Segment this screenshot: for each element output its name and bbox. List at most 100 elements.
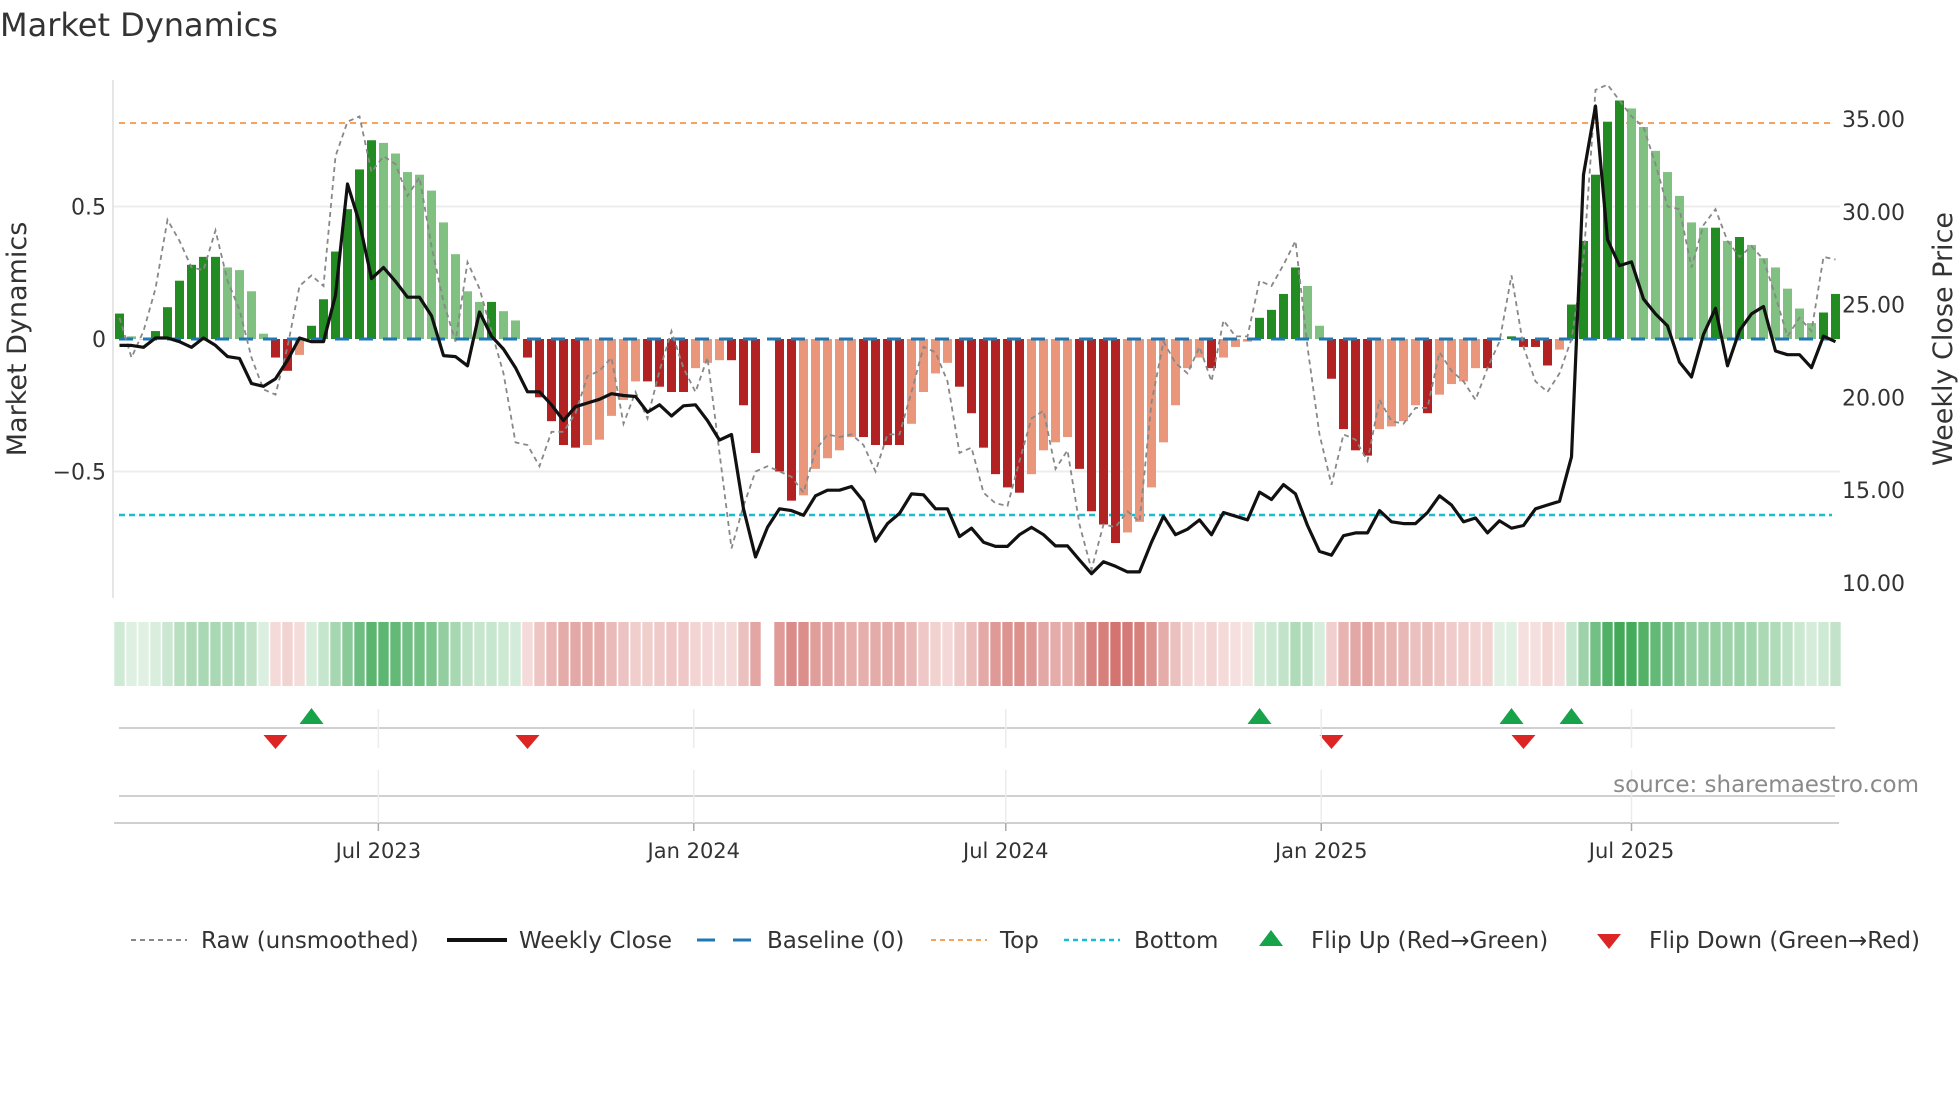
heatmap-cell [942, 622, 953, 686]
source-label: source: sharemaestro.com [1613, 772, 1919, 798]
momentum-bar [1687, 222, 1696, 339]
heatmap-cell [450, 622, 461, 686]
momentum-bar [1339, 339, 1348, 430]
heatmap-cell [1446, 622, 1457, 686]
momentum-bar [463, 291, 472, 339]
heatmap-cell [258, 622, 269, 686]
momentum-bar [1351, 339, 1360, 451]
heatmap-cell [498, 622, 509, 686]
momentum-bar [739, 339, 748, 406]
heatmap-cell [1710, 622, 1721, 686]
heatmap-cell [1782, 622, 1793, 686]
heatmap-cell [1794, 622, 1805, 686]
momentum-bar [187, 264, 196, 339]
momentum-bar [571, 339, 580, 448]
heatmap-cell [1326, 622, 1337, 686]
heatmap-cell [546, 622, 557, 686]
momentum-bar [1591, 174, 1600, 339]
heatmap-cell [1230, 622, 1241, 686]
legend-item-close: Weekly Close [447, 928, 672, 954]
heatmap-cell [1674, 622, 1685, 686]
heatmap-cell [474, 622, 485, 686]
heatmap-cell [930, 622, 941, 686]
momentum-bar [247, 291, 256, 339]
momentum-bar [1627, 108, 1636, 339]
x-tick-label: Jul 2023 [334, 839, 421, 863]
heatmap-cell [1554, 622, 1565, 686]
heatmap-cell [1806, 622, 1817, 686]
momentum-bar [1075, 339, 1084, 469]
heatmap-cell [1134, 622, 1145, 686]
series-lines [118, 83, 1837, 576]
momentum-bar [1003, 339, 1012, 488]
legend-label: Weekly Close [519, 928, 672, 954]
heatmap-cell [618, 622, 629, 686]
left-tick-label: 0 [92, 328, 106, 353]
heatmap-cell [1530, 622, 1541, 686]
heatmap-cell [1218, 622, 1229, 686]
heatmap-cell [210, 622, 221, 686]
momentum-bar [1483, 339, 1492, 369]
momentum-bar [655, 339, 664, 387]
heatmap-cell [1278, 622, 1289, 686]
heatmap-cell [714, 622, 725, 686]
momentum-bar [1087, 339, 1096, 512]
momentum-bar [583, 339, 592, 445]
legend-item-top: Top [931, 928, 1039, 954]
heatmap-cell [582, 622, 593, 686]
heatmap-cell [1302, 622, 1313, 686]
momentum-bar [835, 339, 844, 451]
heatmap-cell [246, 622, 257, 686]
right-tick-label: 15.00 [1842, 479, 1905, 504]
heatmap-cell [654, 622, 665, 686]
legend-item-flip-down: Flip Down (Green→Red) [1597, 928, 1920, 954]
legend-flip-up-icon [1259, 930, 1283, 946]
momentum-heatmap-strip [114, 622, 1841, 686]
momentum-bar [1027, 339, 1036, 475]
heatmap-cell [990, 622, 1001, 686]
heatmap-cell [414, 622, 425, 686]
heatmap-cell [1086, 622, 1097, 686]
flip-up-marker [1247, 708, 1272, 724]
heatmap-cell [342, 622, 353, 686]
heatmap-cell [1698, 622, 1709, 686]
heatmap-cell [1026, 622, 1037, 686]
momentum-bar [1279, 293, 1288, 339]
momentum-bar [1411, 339, 1420, 406]
heatmap-cell [678, 622, 689, 686]
heatmap-cell [1386, 622, 1397, 686]
momentum-bar [1051, 339, 1060, 443]
heatmap-cell [1038, 622, 1049, 686]
heatmap-cell [522, 622, 533, 686]
heatmap-cell [1746, 622, 1757, 686]
heatmap-cell [270, 622, 281, 686]
momentum-bar [1543, 339, 1552, 366]
flip-down-marker [1319, 735, 1344, 749]
heatmap-cell [1818, 622, 1829, 686]
momentum-bar [355, 169, 364, 339]
momentum-bar [1195, 339, 1204, 358]
momentum-bar [1327, 339, 1336, 379]
momentum-bar [859, 339, 868, 438]
legend-label: Flip Down (Green→Red) [1649, 928, 1920, 954]
flip-markers-panel [119, 708, 1835, 797]
momentum-bar [223, 267, 232, 339]
heatmap-cell [222, 622, 233, 686]
flip-up-marker [1559, 708, 1584, 724]
momentum-bar [1303, 286, 1312, 339]
market-dynamics-chart: 0.5 0 −0.5 35.00 30.00 25.00 20.00 15.00 10.00 Ma… [2, 80, 1959, 954]
weekly-close-line [119, 104, 1837, 576]
legend-label: Bottom [1134, 928, 1218, 954]
momentum-bar [631, 339, 640, 382]
x-tick-label: Jul 2025 [1587, 839, 1674, 863]
y-axis-title: Market Dynamics [2, 222, 33, 457]
heatmap-cell [1482, 622, 1493, 686]
heatmap-cell [510, 622, 521, 686]
heatmap-cell [690, 622, 701, 686]
momentum-bar [943, 339, 952, 363]
momentum-bar [727, 339, 736, 361]
momentum-bar [1459, 339, 1468, 382]
heatmap-cell [906, 622, 917, 686]
heatmap-cell [702, 622, 713, 686]
heatmap-cell [1374, 622, 1385, 686]
